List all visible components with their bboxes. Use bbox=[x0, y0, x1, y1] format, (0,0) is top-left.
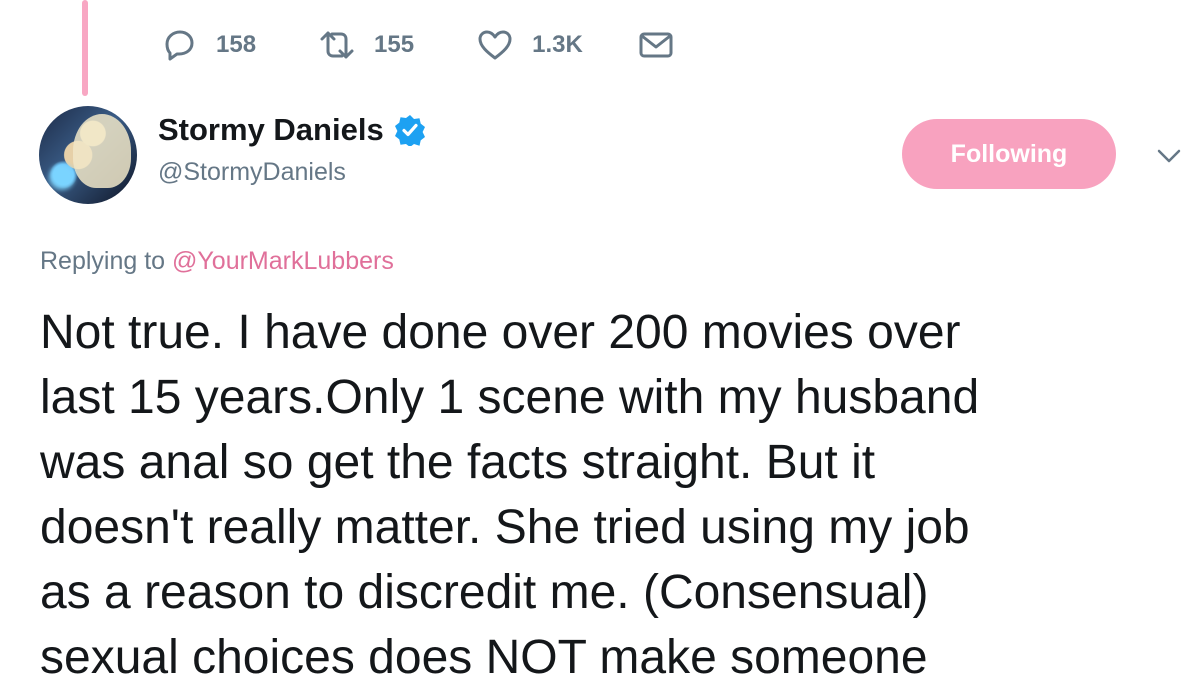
direct-message-icon bbox=[639, 32, 673, 58]
like-count: 1.3K bbox=[532, 31, 583, 58]
author-display-name[interactable]: Stormy Daniels bbox=[158, 112, 384, 148]
author-avatar[interactable] bbox=[39, 106, 137, 204]
reply-icon bbox=[165, 30, 194, 61]
tweet-line: Not true. I have done over 200 movies ov… bbox=[40, 306, 961, 359]
like-button[interactable]: 1.3K bbox=[476, 28, 583, 62]
chevron-down-icon[interactable] bbox=[1155, 146, 1183, 166]
retweet-button[interactable]: 155 bbox=[318, 28, 414, 62]
replying-to: Replying to @YourMarkLubbers bbox=[40, 247, 394, 276]
tweet-line: sexual choices does NOT make someone bbox=[40, 631, 928, 684]
previous-tweet-actions: 158 155 1.3K bbox=[160, 28, 737, 62]
tweet-line: doesn't really matter. She tried using m… bbox=[40, 501, 970, 554]
retweet-count: 155 bbox=[374, 31, 415, 58]
tweet-line: last 15 years.Only 1 scene with my husba… bbox=[40, 371, 980, 424]
replying-to-mention[interactable]: @YourMarkLubbers bbox=[172, 247, 394, 275]
reply-button[interactable]: 158 bbox=[160, 28, 256, 62]
direct-message-button[interactable] bbox=[637, 28, 675, 62]
verified-badge-icon bbox=[394, 115, 425, 146]
author-handle[interactable]: @StormyDaniels bbox=[158, 158, 426, 187]
tweet-text: Not true. I have done over 200 movies ov… bbox=[40, 300, 1180, 690]
retweet-icon bbox=[320, 31, 354, 59]
following-button[interactable]: Following bbox=[902, 119, 1116, 189]
tweet-line: was anal so get the facts straight. But … bbox=[40, 436, 876, 489]
tweet-line: as a reason to discredit me. (Consensual… bbox=[40, 566, 929, 619]
reply-count: 158 bbox=[216, 31, 257, 58]
like-icon bbox=[478, 30, 512, 60]
author-info: Stormy Daniels @StormyDaniels bbox=[158, 112, 426, 187]
replying-to-label: Replying to bbox=[40, 247, 166, 275]
thread-connector-line bbox=[82, 0, 88, 96]
